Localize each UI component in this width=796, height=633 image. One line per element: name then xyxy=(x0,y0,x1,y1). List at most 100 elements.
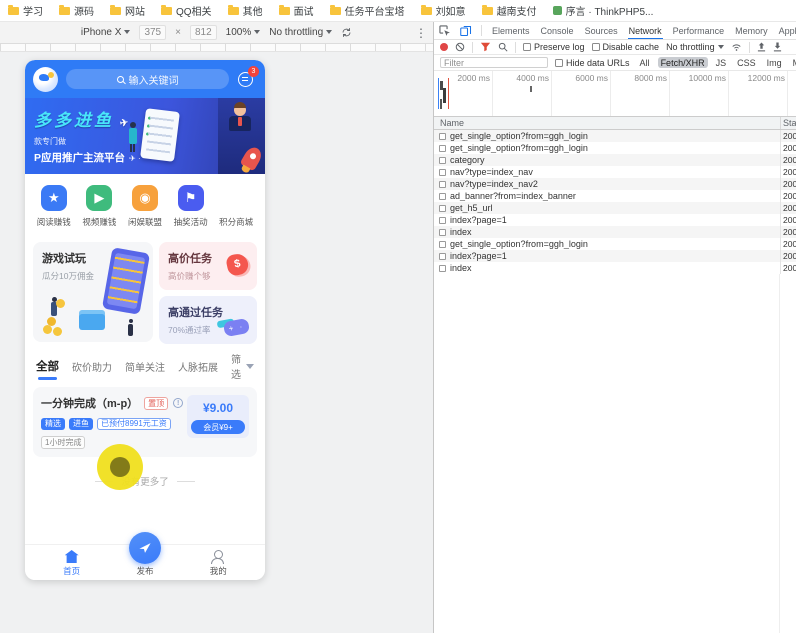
bookmark-page[interactable]: 序言 · ThinkPHP5... xyxy=(552,3,653,18)
request-checkbox[interactable] xyxy=(439,168,446,176)
task-filter-tab[interactable]: 砍价助力 xyxy=(72,359,112,374)
request-checkbox[interactable] xyxy=(439,204,446,212)
nav-mine[interactable]: 我的 xyxy=(190,550,246,577)
devtools-tab[interactable]: Elements xyxy=(491,22,531,39)
task-filter-tab[interactable]: 简单关注 xyxy=(125,359,165,374)
network-request-row[interactable]: get_single_option?from=ggh_login 200 xyxy=(434,238,796,250)
record-button[interactable] xyxy=(440,43,448,51)
disable-cache-checkbox[interactable]: Disable cache xyxy=(591,42,659,52)
bookmark-folder[interactable]: 其他 xyxy=(227,3,263,18)
search-bar[interactable]: 输入关键词 xyxy=(66,69,229,89)
network-request-row[interactable]: nav?type=index_nav 200 xyxy=(434,166,796,178)
request-checkbox[interactable] xyxy=(439,252,446,260)
request-checkbox[interactable] xyxy=(439,132,446,140)
bookmark-folder[interactable]: 学习 xyxy=(8,3,43,18)
request-checkbox[interactable] xyxy=(439,240,446,248)
network-request-row[interactable]: index 200 xyxy=(434,262,796,274)
network-request-row[interactable]: ad_banner?from=index_banner 200 xyxy=(434,190,796,202)
bookmark-folder[interactable]: 任务平台宝塔 xyxy=(329,3,405,18)
bookmark-folder[interactable]: QQ相关 xyxy=(161,3,212,18)
request-type-filter[interactable]: JS xyxy=(713,57,730,68)
rotate-icon[interactable] xyxy=(341,27,352,38)
quick-action-item[interactable]: ◉ 闲娱联盟 xyxy=(124,185,166,228)
devtools-tab[interactable]: Sources xyxy=(584,22,619,39)
network-request-row[interactable]: category 200 xyxy=(434,154,796,166)
request-type-filter[interactable]: CSS xyxy=(734,57,759,68)
device-toolbar-toggle-icon[interactable] xyxy=(460,25,472,37)
filter-funnel-icon[interactable] xyxy=(480,42,491,52)
task-card[interactable]: 一分钟完成（m-p） 置顶 ! 精选 进鱼 已预付8991元工资 1小时完成 ¥… xyxy=(33,387,257,457)
high-price-task-card[interactable]: 高价任务 高价赚个够 $ xyxy=(159,242,257,290)
hide-data-urls-checkbox[interactable]: Hide data URLs xyxy=(555,58,630,68)
folder-icon xyxy=(329,4,341,15)
network-overview-timeline[interactable]: 2000 ms 4000 ms 6000 ms 8000 ms 10000 ms… xyxy=(434,71,796,117)
network-request-row[interactable]: get_single_option?from=ggh_login 200 xyxy=(434,142,796,154)
network-request-row[interactable]: get_single_option?from=ggh_login 200 xyxy=(434,130,796,142)
task-filter-tab[interactable]: 人脉拓展 xyxy=(178,359,218,374)
bookmark-folder[interactable]: 越南支付 xyxy=(481,3,537,18)
network-request-row[interactable]: index?page=1 200 xyxy=(434,214,796,226)
column-status[interactable]: Status xyxy=(780,117,796,129)
divider xyxy=(515,41,516,53)
bookmark-folder[interactable]: 刘如意 xyxy=(420,3,466,18)
devtools-tab[interactable]: Application xyxy=(778,22,796,39)
throttling-select[interactable]: No throttling xyxy=(269,27,333,38)
network-request-row[interactable]: nav?type=index_nav2 200 xyxy=(434,178,796,190)
network-request-row[interactable]: index?page=1 200 xyxy=(434,250,796,262)
quick-action-item[interactable]: ▶ 视频赚钱 xyxy=(78,185,120,228)
bookmark-folder[interactable]: 网站 xyxy=(110,3,145,18)
bookmark-folder[interactable]: 面试 xyxy=(278,3,314,18)
kebab-menu-icon[interactable]: ⋮ xyxy=(415,26,427,40)
request-checkbox[interactable] xyxy=(439,180,446,188)
task-filter-tab[interactable]: 全部 xyxy=(36,358,59,380)
message-button[interactable]: 3 xyxy=(237,66,259,89)
network-throttling-select[interactable]: No throttling xyxy=(666,42,724,52)
devtools-tab[interactable]: Memory xyxy=(734,22,769,39)
export-har-icon[interactable] xyxy=(773,42,782,52)
app-logo[interactable] xyxy=(33,66,58,92)
network-conditions-icon[interactable] xyxy=(731,42,742,52)
request-checkbox[interactable] xyxy=(439,192,446,200)
import-har-icon[interactable] xyxy=(757,42,766,52)
high-pass-task-card[interactable]: 高通过任务 70%通过率 + · xyxy=(159,296,257,344)
devtools-tab[interactable]: Performance xyxy=(672,22,726,39)
devtools-tab[interactable]: Console xyxy=(540,22,575,39)
request-checkbox[interactable] xyxy=(439,264,446,272)
bookmark-folder[interactable]: 源码 xyxy=(59,3,94,18)
search-icon[interactable] xyxy=(498,42,508,52)
request-checkbox[interactable] xyxy=(439,156,446,164)
nav-home[interactable]: 首页 xyxy=(44,550,100,577)
zoom-select[interactable]: 100% xyxy=(226,27,261,38)
activity-bar xyxy=(440,99,442,109)
game-trial-card[interactable]: 游戏试玩 瓜分10万佣金 xyxy=(33,242,153,342)
requests-table-header[interactable]: Name Status xyxy=(434,117,796,130)
request-type-filter[interactable]: Fetch/XHR xyxy=(657,57,708,68)
load-event-marker xyxy=(448,78,449,109)
request-type-filter[interactable]: Media xyxy=(790,57,796,68)
quick-action-icon xyxy=(223,185,250,211)
device-height-field[interactable]: 812 xyxy=(189,25,217,40)
quick-action-item[interactable]: 积分商城 xyxy=(215,185,257,228)
request-checkbox[interactable] xyxy=(439,216,446,224)
preserve-log-checkbox[interactable]: Preserve log xyxy=(523,42,585,52)
devtools-tab[interactable]: Network xyxy=(627,22,663,39)
device-width-field[interactable]: 375 xyxy=(139,25,167,40)
request-type-filter[interactable]: Img xyxy=(764,57,785,68)
network-request-row[interactable]: index 200 xyxy=(434,226,796,238)
quick-action-item[interactable]: ⚑ 抽奖活动 xyxy=(170,185,212,228)
network-request-row[interactable]: get_h5_url 200 xyxy=(434,202,796,214)
request-type-filter[interactable]: All xyxy=(637,57,653,68)
feature-cards: 游戏试玩 瓜分10万佣金 高价任务 高价赚个够 $ 高通过任务 70%通过率 +… xyxy=(25,242,265,344)
clear-icon[interactable] xyxy=(455,42,465,52)
network-filter-input[interactable] xyxy=(440,57,548,68)
request-checkbox[interactable] xyxy=(439,228,446,236)
inspect-element-icon[interactable] xyxy=(439,24,451,37)
filter-dropdown[interactable]: 筛选 xyxy=(231,351,254,381)
column-name[interactable]: Name xyxy=(434,118,780,128)
request-checkbox[interactable] xyxy=(439,144,446,152)
promo-banner[interactable]: 多多进鱼 ✈ 款专门做 P应用推广主流平台 ✈ · xyxy=(25,98,265,174)
device-select[interactable]: iPhone X xyxy=(81,27,131,38)
nav-publish[interactable]: 发布 xyxy=(117,532,173,577)
quick-action-item[interactable]: ★ 阅读赚钱 xyxy=(33,185,75,228)
info-icon[interactable]: ! xyxy=(173,398,184,408)
